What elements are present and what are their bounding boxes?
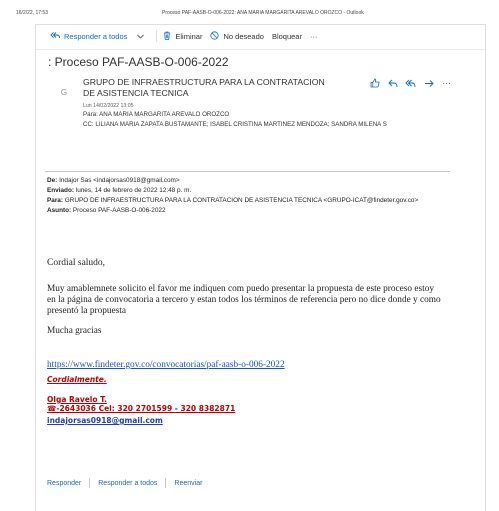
forwarded-header: De: Indajor Sas <indajorsas0918@gmail.co… (47, 176, 442, 216)
block-button[interactable]: Bloquear (268, 28, 306, 44)
trash-icon (163, 31, 175, 42)
signature-email-link[interactable]: indajorsas0918@gmail.com (47, 416, 163, 425)
more-actions-button[interactable]: ··· (306, 28, 322, 44)
fwd-subject: Asunto: Proceso PAF-AASB-O-006-2022 (47, 207, 166, 214)
sender-avatar: G (60, 88, 68, 97)
greeting: Cordial saludo, (47, 258, 106, 268)
like-button[interactable] (368, 77, 381, 90)
thumbs-up-icon (370, 75, 380, 93)
signature-name: Olga Ravelo T. (47, 395, 107, 404)
reply-all-label: Responder a todos (64, 31, 128, 41)
mail-toolbar: Responder a todos Eliminar No deseado Bl… (36, 25, 485, 47)
junk-button[interactable]: No deseado (206, 28, 267, 44)
arrow-right-icon (424, 75, 434, 93)
reply-all-button[interactable]: Responder a todos (46, 28, 131, 44)
email-subject: : Proceso PAF-AASB-O-006-2022 (48, 55, 229, 69)
reply-button[interactable] (386, 77, 399, 90)
more-icon: ··· (442, 78, 451, 88)
print-date: 16/2/22, 17:53 (16, 10, 48, 16)
print-header: 16/2/22, 17:53 Proceso PAF-AASB-O-006-20… (0, 0, 499, 22)
reply-all-link[interactable]: Responder a todos (98, 480, 157, 487)
toolbar-divider (156, 30, 158, 42)
fwd-sent: Enviado: lunes, 14 de febrero de 2022 12… (47, 187, 192, 194)
message-date: Lun 14/02/2022 13:05 (83, 103, 134, 109)
more-icon: ··· (309, 31, 318, 41)
reply-options-dropdown[interactable] (131, 28, 154, 44)
reply-all-icon (405, 75, 416, 93)
signature-phone: ☎-2643036 Cel: 320 2701599 - 320 8382871 (47, 404, 236, 413)
delete-button[interactable]: Eliminar (159, 28, 206, 44)
fwd-to: Para: GRUPO DE INFRAESTRUCTURA PARA LA C… (47, 197, 419, 204)
bottom-reply-bar: Responder Responder a todos Reenviar (47, 478, 202, 488)
signature-closing: Cordialmente. (47, 375, 107, 384)
reply-all-message-button[interactable] (404, 77, 417, 90)
convocatoria-link[interactable]: https://www.findeter.gov.co/convocatoria… (47, 360, 285, 370)
message-to: Para: ANA MARIA MARGARITA AREVALO OROZCO (83, 111, 230, 118)
bottom-divider (165, 478, 167, 488)
message-more-button[interactable]: ··· (440, 77, 453, 90)
bottom-divider (89, 478, 91, 488)
block-label: Bloquear (271, 31, 302, 41)
message-header: G GRUPO DE INFRAESTRUCTURA PARA LA CONTR… (48, 77, 485, 157)
print-title: Proceso PAF-AASB-O-006-2022: ANA MARIA M… (162, 10, 364, 16)
reply-all-icon (50, 31, 64, 42)
message-cc: CC: LILIANA MARIA ZAPATA BUSTAMANTE; ISA… (83, 121, 387, 128)
delete-label: Eliminar (175, 31, 203, 41)
message-actions: ··· (368, 77, 458, 90)
forward-button[interactable] (422, 77, 435, 90)
body-paragraph: Muy amablemnete solicito el favor me ind… (47, 284, 441, 317)
fwd-from: De: Indajor Sas <indajorsas0918@gmail.co… (47, 177, 180, 184)
thanks-line: Mucha gracias (47, 326, 102, 336)
block-circle-icon (210, 30, 223, 42)
forward-divider (45, 171, 450, 172)
toolbar-divider-line (36, 49, 485, 50)
junk-label: No deseado (223, 31, 264, 41)
forward-link[interactable]: Reenviar (174, 480, 202, 487)
reply-link[interactable]: Responder (47, 480, 81, 487)
chevron-down-icon (137, 32, 148, 41)
reply-icon (387, 75, 398, 93)
sender-name[interactable]: GRUPO DE INFRAESTRUCTURA PARA LA CONTRAT… (83, 77, 328, 98)
